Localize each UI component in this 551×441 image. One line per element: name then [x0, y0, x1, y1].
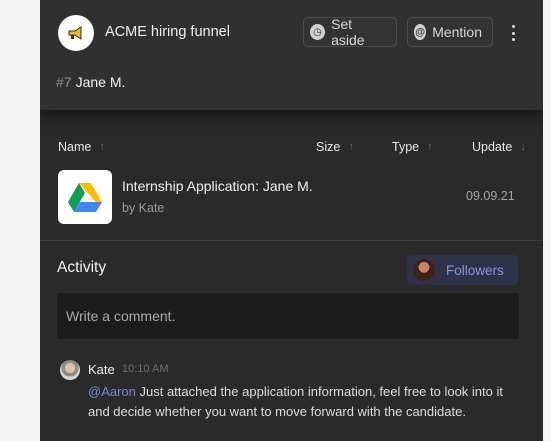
google-drive-icon	[68, 183, 102, 212]
column-header-type[interactable]: Type ↑	[392, 140, 433, 154]
column-header-update[interactable]: Update ↓	[472, 140, 526, 154]
comment-author: Kate	[88, 362, 115, 377]
clock-icon: ◷	[310, 24, 326, 40]
ticket-name: Jane M.	[75, 74, 126, 90]
workspace-logo[interactable]	[58, 15, 94, 51]
followers-label: Followers	[446, 262, 504, 278]
sort-up-icon: ↑	[427, 141, 433, 153]
file-update-date: 09.09.21	[466, 189, 515, 203]
ticket-panel: ACME hiring funnel ◷ Set aside @ Mention…	[40, 0, 543, 441]
app-title: ACME hiring funnel	[105, 24, 230, 40]
activity-heading: Activity	[57, 259, 107, 276]
file-title[interactable]: Internship Application: Jane M.	[122, 178, 313, 194]
megaphone-icon	[68, 26, 82, 40]
more-options-icon[interactable]	[508, 22, 518, 44]
ticket-number: #7	[56, 74, 72, 90]
file-thumbnail[interactable]	[58, 170, 112, 224]
column-header-size[interactable]: Size ↑	[316, 140, 354, 154]
comment-input-container[interactable]	[57, 293, 519, 339]
mention-label: Mention	[432, 24, 482, 40]
comment-text: Just attached the application informatio…	[88, 384, 503, 419]
comment-input[interactable]	[66, 308, 510, 324]
column-header-name[interactable]: Name ↑	[58, 140, 105, 154]
followers-button[interactable]: Followers	[407, 255, 518, 285]
file-author: by Kate	[122, 201, 165, 215]
ticket-id: #7 Jane M.	[56, 74, 125, 90]
comment-body: @Aaron Just attached the application inf…	[88, 382, 528, 422]
comment-timestamp: 10:10 AM	[122, 363, 169, 375]
ticket-header: ACME hiring funnel ◷ Set aside @ Mention…	[40, 0, 543, 110]
mention-button[interactable]: @ Mention	[407, 17, 493, 47]
sort-down-icon: ↓	[520, 141, 526, 153]
set-aside-button[interactable]: ◷ Set aside	[303, 16, 397, 48]
avatar	[60, 360, 80, 380]
at-sign-icon: @	[414, 24, 427, 40]
follower-avatar	[413, 259, 435, 281]
sort-up-icon: ↑	[348, 141, 354, 153]
mention-link[interactable]: @Aaron	[88, 384, 136, 399]
section-divider	[40, 240, 543, 241]
set-aside-label: Set aside	[331, 16, 365, 48]
sort-up-icon: ↑	[99, 141, 105, 153]
